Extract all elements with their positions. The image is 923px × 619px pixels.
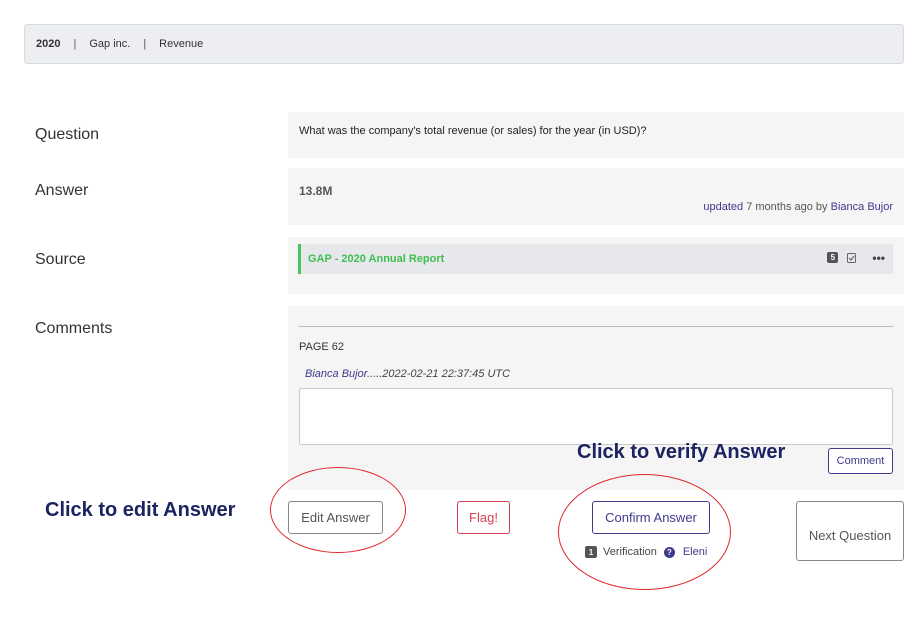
source-panel: GAP - 2020 Annual Report 5 •••: [288, 237, 904, 294]
breadcrumb-bar: 2020 | Gap inc. | Revenue: [24, 24, 904, 64]
source-item: GAP - 2020 Annual Report 5 •••: [298, 244, 893, 274]
verification-label: Verification: [603, 546, 657, 558]
help-icon[interactable]: ?: [663, 546, 675, 558]
breadcrumb-company: Gap inc.: [89, 38, 131, 50]
comment-page-reference: PAGE 62: [299, 341, 345, 353]
comments-divider: [299, 326, 893, 327]
breadcrumb-year: 2020: [36, 38, 61, 50]
question-label: Question: [35, 126, 100, 143]
answer-value: 13.8M: [299, 184, 333, 198]
next-question-button[interactable]: Next Question: [796, 501, 904, 561]
edit-answer-button[interactable]: Edit Answer: [288, 501, 383, 534]
question-panel: What was the company's total revenue (or…: [288, 112, 904, 158]
source-count-badge: 5: [827, 252, 839, 263]
question-text: What was the company's total revenue (or…: [299, 125, 647, 137]
comments-label: Comments: [35, 320, 113, 337]
comment-author-link[interactable]: Bianca Bujor: [305, 368, 367, 380]
comment-meta: Bianca Bujor.....2022-02-21 22:37:45 UTC: [305, 368, 510, 380]
updated-prefix: updated: [703, 201, 744, 213]
breadcrumb-metric: Revenue: [159, 38, 204, 50]
breadcrumb-separator: |: [143, 38, 147, 50]
answer-panel: 13.8M updated 7 months ago by Bianca Buj…: [288, 168, 904, 225]
verifier-name[interactable]: Eleni: [683, 546, 707, 558]
updated-time: 7 months ago by: [746, 201, 828, 213]
confirm-answer-button[interactable]: Confirm Answer: [592, 501, 710, 534]
answer-label: Answer: [35, 182, 89, 199]
comment-input[interactable]: [299, 388, 893, 445]
source-actions: 5 •••: [827, 252, 885, 264]
source-link[interactable]: GAP - 2020 Annual Report: [308, 253, 444, 265]
comment-submit-button[interactable]: Comment: [828, 448, 893, 474]
verification-info: 1 Verification ? Eleni: [585, 546, 707, 558]
document-check-icon[interactable]: [846, 252, 856, 263]
comment-timestamp: .....2022-02-21 22:37:45 UTC: [366, 368, 511, 380]
flag-button[interactable]: Flag!: [457, 501, 510, 534]
updated-by-link[interactable]: Bianca Bujor: [831, 201, 893, 213]
breadcrumb-separator: |: [73, 38, 77, 50]
verification-count-badge: 1: [585, 546, 597, 558]
source-label: Source: [35, 251, 86, 268]
answer-updated-info: updated 7 months ago by Bianca Bujor: [703, 201, 893, 213]
verify-answer-hint: Click to verify Answer: [577, 441, 786, 463]
more-options-icon[interactable]: •••: [872, 252, 885, 264]
edit-answer-hint: Click to edit Answer: [45, 499, 236, 521]
